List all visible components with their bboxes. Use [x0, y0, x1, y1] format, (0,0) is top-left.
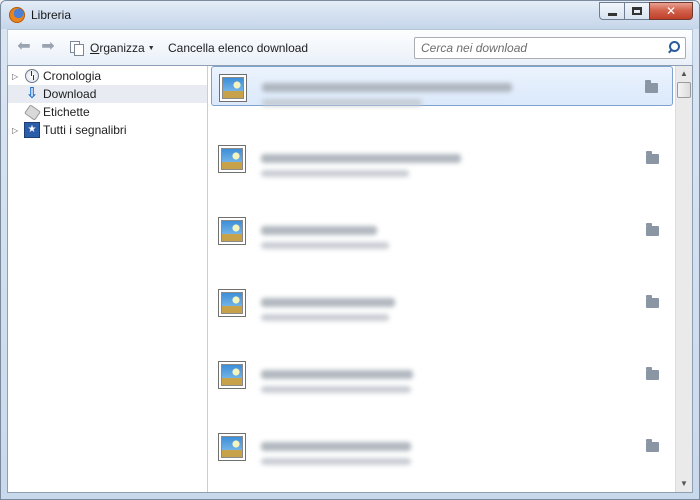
sidebar-item-label: Tutti i segnalibri — [43, 123, 127, 137]
library-window: Libreria ✕ ⬅ ➡ Organizza ▼ Cancella elen… — [0, 0, 700, 500]
sidebar-item-label: Download — [43, 87, 97, 101]
toolbar: ⬅ ➡ Organizza ▼ Cancella elenco download — [7, 29, 693, 65]
folder-icon[interactable] — [646, 151, 659, 164]
back-arrow-icon: ⬅ — [17, 38, 31, 55]
scroll-up-button[interactable]: ▲ — [676, 66, 692, 82]
minimize-button[interactable] — [599, 2, 625, 20]
clear-download-list-button[interactable]: Cancella elenco download — [168, 41, 308, 55]
close-icon: ✕ — [665, 4, 677, 18]
download-details-redacted — [261, 314, 389, 321]
download-filename-redacted — [262, 83, 512, 92]
image-file-icon — [218, 433, 246, 461]
forward-button[interactable]: ➡ — [40, 39, 56, 55]
organize-label: Organizza — [90, 41, 145, 55]
sidebar-item-tutti-i-segnalibri[interactable]: ▷ Tutti i segnalibri — [8, 121, 207, 139]
folder-icon[interactable] — [645, 80, 658, 93]
sidebar-item-etichette[interactable]: ▷ Etichette — [8, 103, 207, 121]
download-details-redacted — [261, 170, 409, 177]
expand-triangle-icon[interactable]: ▷ — [12, 126, 22, 135]
firefox-icon — [9, 7, 25, 23]
folder-icon[interactable] — [646, 223, 659, 236]
downloads-list[interactable] — [209, 66, 676, 492]
download-filename-redacted — [261, 370, 413, 379]
download-details-redacted — [261, 242, 389, 249]
download-item[interactable] — [211, 282, 673, 322]
folder-icon[interactable] — [646, 439, 659, 452]
close-button[interactable]: ✕ — [649, 2, 693, 20]
download-details-redacted — [261, 386, 411, 393]
scroll-down-arrow-icon: ▼ — [680, 479, 688, 488]
minimize-icon — [607, 12, 617, 16]
scroll-up-arrow-icon: ▲ — [680, 69, 688, 78]
folder-icon[interactable] — [646, 295, 659, 308]
maximize-icon — [632, 7, 642, 15]
title-bar[interactable]: Libreria ✕ — [1, 1, 699, 29]
image-file-icon — [218, 217, 246, 245]
search-icon[interactable] — [665, 40, 681, 56]
download-filename-redacted — [261, 154, 461, 163]
vertical-scrollbar[interactable]: ▲ ▼ — [675, 66, 692, 492]
content-area: ▷ Cronologia ▷ ⇩ Download ▷ Etichette ▷ … — [7, 65, 693, 493]
sidebar-item-label: Cronologia — [43, 69, 102, 83]
download-filename-redacted — [261, 226, 377, 235]
download-item[interactable] — [211, 210, 673, 250]
folder-icon[interactable] — [646, 367, 659, 380]
window-title: Libreria — [31, 8, 72, 22]
image-file-icon — [218, 145, 246, 173]
download-arrow-icon: ⇩ — [25, 85, 39, 102]
image-file-icon — [219, 74, 247, 102]
sidebar-item-cronologia[interactable]: ▷ Cronologia — [8, 67, 207, 85]
scroll-down-button[interactable]: ▼ — [676, 476, 692, 492]
sidebar-item-download[interactable]: ▷ ⇩ Download — [8, 85, 207, 103]
image-file-icon — [218, 361, 246, 389]
bookmarks-icon — [24, 122, 40, 138]
image-file-icon — [218, 289, 246, 317]
download-item[interactable] — [211, 66, 673, 106]
clock-icon — [24, 68, 40, 84]
download-filename-redacted — [261, 298, 395, 307]
tag-icon — [24, 104, 40, 120]
forward-arrow-icon: ➡ — [41, 38, 55, 55]
sidebar-tree[interactable]: ▷ Cronologia ▷ ⇩ Download ▷ Etichette ▷ … — [8, 66, 208, 492]
download-filename-redacted — [261, 442, 411, 451]
download-item[interactable] — [211, 354, 673, 394]
download-details-redacted — [262, 99, 422, 106]
sidebar-item-label: Etichette — [43, 105, 90, 119]
window-controls: ✕ — [599, 2, 693, 20]
maximize-button[interactable] — [624, 2, 650, 20]
organize-icon — [70, 41, 84, 56]
download-details-redacted — [261, 458, 411, 465]
expand-triangle-icon[interactable]: ▷ — [12, 72, 22, 81]
download-item[interactable] — [211, 138, 673, 178]
search-input[interactable] — [419, 40, 659, 56]
back-button[interactable]: ⬅ — [16, 39, 32, 55]
search-box[interactable] — [414, 37, 686, 59]
download-item[interactable] — [211, 426, 673, 466]
dropdown-arrow-icon: ▼ — [147, 44, 155, 52]
scrollbar-thumb[interactable] — [677, 82, 691, 98]
organize-menu-button[interactable]: Organizza ▼ — [70, 39, 155, 57]
